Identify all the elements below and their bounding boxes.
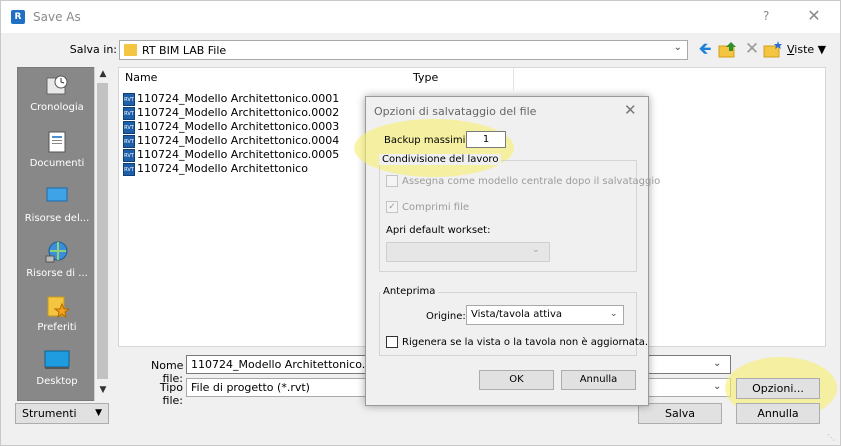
rvt-file-icon: RVT: [123, 134, 135, 148]
file-name: 110724_Modello Architettonico: [137, 162, 308, 175]
make-central-checkbox: Assegna come modello centrale dopo il sa…: [386, 175, 660, 187]
place-label: Documenti: [29, 158, 85, 169]
place-favorites[interactable]: Preferiti: [18, 294, 96, 333]
backup-max-input[interactable]: 1: [466, 131, 506, 148]
chevron-down-icon[interactable]: ⌄: [610, 309, 618, 319]
chevron-down-icon: ⌄: [532, 245, 540, 255]
source-label: Origine:: [426, 311, 466, 322]
computer-icon: [44, 185, 70, 209]
dialog-cancel-button[interactable]: Annulla: [561, 370, 636, 390]
close-icon[interactable]: ✕: [802, 5, 826, 29]
worksharing-group-label: Condivisione del lavoro: [379, 154, 502, 165]
file-row[interactable]: RVT 110724_Modello Architettonico.0005: [123, 148, 339, 162]
desktop-icon: [44, 348, 70, 372]
rvt-file-icon: RVT: [123, 120, 135, 134]
place-label: Risorse di ...: [26, 268, 88, 279]
file-name: 110724_Modello Architettonico.0005: [137, 148, 340, 161]
place-label: Preferiti: [37, 322, 77, 333]
checkmark-icon: ✓: [386, 201, 398, 213]
place-label: Cronologia: [30, 102, 84, 113]
file-row[interactable]: RVT 110724_Modello Architettonico: [123, 162, 308, 176]
place-label: Risorse del...: [24, 213, 90, 224]
compress-label: Comprimi file: [402, 202, 470, 213]
delete-icon[interactable]: ✕: [742, 39, 762, 59]
file-row[interactable]: RVT 110724_Modello Architettonico.0003: [123, 120, 339, 134]
window-title: Save As: [33, 10, 81, 24]
file-type-label: Tipo file:: [159, 381, 183, 407]
options-button[interactable]: Opzioni...: [736, 378, 820, 399]
checkbox-box[interactable]: [386, 336, 398, 348]
rvt-file-icon: RVT: [123, 106, 135, 120]
column-header-name[interactable]: Name: [125, 71, 157, 84]
place-desktop[interactable]: Desktop: [18, 348, 96, 387]
revit-app-icon: R: [11, 10, 25, 24]
title-bar: R Save As ? ✕: [1, 1, 840, 33]
scroll-up-icon[interactable]: ▲: [95, 69, 111, 79]
views-menu[interactable]: Viste ▼: [787, 43, 826, 56]
new-folder-icon[interactable]: [763, 41, 783, 59]
chevron-down-icon[interactable]: ⌄: [713, 358, 721, 369]
file-name: 110724_Modello Architettonico.0001: [137, 92, 340, 105]
preview-group-label: Anteprima: [380, 286, 439, 297]
cancel-button[interactable]: Annulla: [736, 403, 820, 424]
save-options-dialog: Opzioni di salvataggio del file ✕ Backup…: [354, 96, 660, 406]
tools-label: Strumenti: [22, 407, 77, 420]
documents-icon: [44, 130, 70, 154]
chevron-down-icon[interactable]: ⌄: [713, 381, 721, 392]
rvt-file-icon: RVT: [123, 148, 135, 162]
rvt-file-icon: RVT: [123, 162, 135, 176]
places-scrollbar[interactable]: ▲ ▼: [94, 67, 110, 401]
favorites-icon: [44, 294, 71, 319]
views-label: iste: [794, 43, 815, 56]
network-icon: [44, 240, 70, 264]
checkbox-box: [386, 175, 398, 187]
resize-grip-icon[interactable]: ⋱: [827, 433, 835, 442]
tools-button[interactable]: Strumenti ▼: [15, 403, 109, 424]
file-row[interactable]: RVT 110724_Modello Architettonico.0004: [123, 134, 339, 148]
place-network[interactable]: Risorse di ...: [18, 240, 96, 279]
source-select[interactable]: Vista/tavola attiva: [466, 305, 624, 325]
column-divider[interactable]: [513, 68, 514, 90]
up-folder-icon[interactable]: [718, 41, 738, 59]
scroll-down-icon[interactable]: ▼: [95, 385, 111, 395]
file-row[interactable]: RVT 110724_Modello Architettonico.0001: [123, 92, 339, 106]
rvt-file-icon: RVT: [123, 92, 135, 106]
back-arrow-icon[interactable]: 🡸: [694, 40, 716, 60]
ok-button[interactable]: OK: [479, 370, 554, 390]
file-name: 110724_Modello Architettonico.0002: [137, 106, 340, 119]
file-name: 110724_Modello Architettonico.0004: [137, 134, 340, 147]
place-history[interactable]: Cronologia: [18, 74, 96, 113]
folder-icon: [124, 44, 137, 56]
backup-max-label: Backup massimi:: [384, 135, 469, 146]
file-row[interactable]: RVT 110724_Modello Architettonico.0002: [123, 106, 339, 120]
scroll-thumb[interactable]: [97, 83, 108, 379]
regenerate-label: Rigenera se la vista o la tavola non è a…: [402, 337, 649, 348]
help-icon[interactable]: ?: [763, 9, 769, 23]
save-button[interactable]: Salva: [638, 403, 722, 424]
column-header-type[interactable]: Type: [413, 71, 438, 84]
open-workset-label: Apri default workset:: [386, 225, 491, 236]
close-icon[interactable]: ✕: [624, 101, 637, 119]
place-computer[interactable]: Risorse del...: [18, 185, 96, 224]
save-in-value: RT BIM LAB File: [142, 44, 227, 57]
save-in-label: Salva in:: [69, 43, 117, 56]
options-dialog-title: Opzioni di salvataggio del file: [374, 105, 537, 118]
file-name: 110724_Modello Architettonico.0003: [137, 120, 340, 133]
regenerate-checkbox[interactable]: Rigenera se la vista o la tavola non è a…: [386, 336, 648, 348]
save-as-window: R Save As ? ✕ Salva in: RT BIM LAB File …: [0, 0, 841, 446]
compress-file-checkbox: ✓ Comprimi file: [386, 201, 469, 213]
chevron-down-icon[interactable]: ⌄: [674, 42, 682, 53]
save-in-combo[interactable]: RT BIM LAB File ⌄: [119, 40, 688, 60]
open-workset-select: [386, 242, 550, 262]
dropdown-arrow-icon: ▼: [95, 408, 102, 418]
place-documents[interactable]: Documenti: [18, 130, 96, 169]
history-icon: [44, 74, 70, 98]
make-central-label: Assegna come modello centrale dopo il sa…: [402, 176, 661, 187]
place-label: Desktop: [36, 376, 78, 387]
